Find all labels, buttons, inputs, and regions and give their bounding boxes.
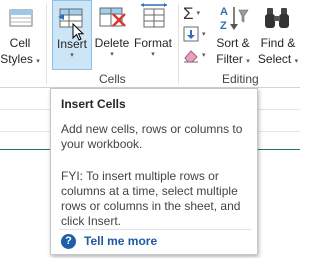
format-button[interactable]: Format ▾ <box>131 0 175 70</box>
tooltip-title: Insert Cells <box>61 97 126 111</box>
tell-me-more-link[interactable]: ? Tell me more <box>61 234 157 249</box>
group-separator <box>178 4 179 84</box>
clear-button[interactable]: ▾ <box>183 46 213 64</box>
cells-group-label: Cells <box>99 72 126 86</box>
format-cells-icon <box>137 2 169 34</box>
editing-group-label: Editing <box>222 72 259 86</box>
fill-down-icon <box>183 26 199 42</box>
chevron-down-icon: ▾ <box>70 52 74 59</box>
eraser-icon <box>184 50 198 63</box>
fill-button[interactable]: ▾ <box>183 25 213 43</box>
delete-label: Delete <box>94 36 130 50</box>
tooltip-divider <box>59 229 251 230</box>
chevron-down-icon: ▾ <box>246 58 250 65</box>
chevron-down-icon: ▾ <box>202 52 206 59</box>
format-label: Format <box>133 36 172 50</box>
svg-text:A: A <box>220 6 228 18</box>
delete-button[interactable]: Delete ▾ <box>92 0 132 70</box>
cell-styles-label-1: Cell <box>9 36 31 50</box>
help-icon: ? <box>61 234 76 249</box>
sort-filter-icon: A Z <box>217 2 249 34</box>
cell-styles-button[interactable]: Cell Styles ▾ <box>0 0 42 70</box>
cell-styles-label-2: Styles <box>0 52 33 66</box>
tooltip-fyi: FYI: To insert multiple rows or columns … <box>61 169 241 228</box>
sort-filter-button[interactable]: A Z Sort & Filter ▾ <box>214 0 252 70</box>
chevron-down-icon: ▾ <box>36 58 40 65</box>
autosum-icon: Σ <box>183 3 194 23</box>
chevron-down-icon: ▾ <box>151 51 155 58</box>
chevron-down-icon: ▾ <box>110 51 114 58</box>
svg-text:Z: Z <box>220 20 227 32</box>
delete-cells-icon <box>96 2 128 34</box>
tooltip-description: Add new cells, rows or columns to your w… <box>61 122 243 151</box>
tell-me-more-label: Tell me more <box>84 234 158 248</box>
find-select-label-2: Select <box>257 52 292 66</box>
sort-filter-label-2: Filter <box>216 52 243 66</box>
autosum-button[interactable]: Σ ▾ <box>183 4 213 22</box>
ribbon: Cell Styles ▾ Insert ▾ Delete ▾ Format ▾… <box>0 0 300 88</box>
chevron-down-icon: ▾ <box>202 31 206 38</box>
insert-button[interactable]: Insert ▾ <box>52 0 92 70</box>
insert-cells-icon <box>56 3 88 41</box>
find-select-button[interactable]: Find & Select ▾ <box>253 0 303 70</box>
chevron-down-icon: ▾ <box>294 58 299 65</box>
sort-filter-label-1: Sort & <box>216 36 250 50</box>
chevron-down-icon: ▾ <box>196 10 201 17</box>
insert-cells-tooltip: Insert Cells Add new cells, rows or colu… <box>50 88 258 255</box>
cell-styles-icon <box>4 2 36 34</box>
mouse-cursor-icon <box>72 23 85 41</box>
binoculars-icon <box>262 2 294 34</box>
find-select-label-1: Find & <box>260 36 296 50</box>
group-separator <box>46 4 47 84</box>
